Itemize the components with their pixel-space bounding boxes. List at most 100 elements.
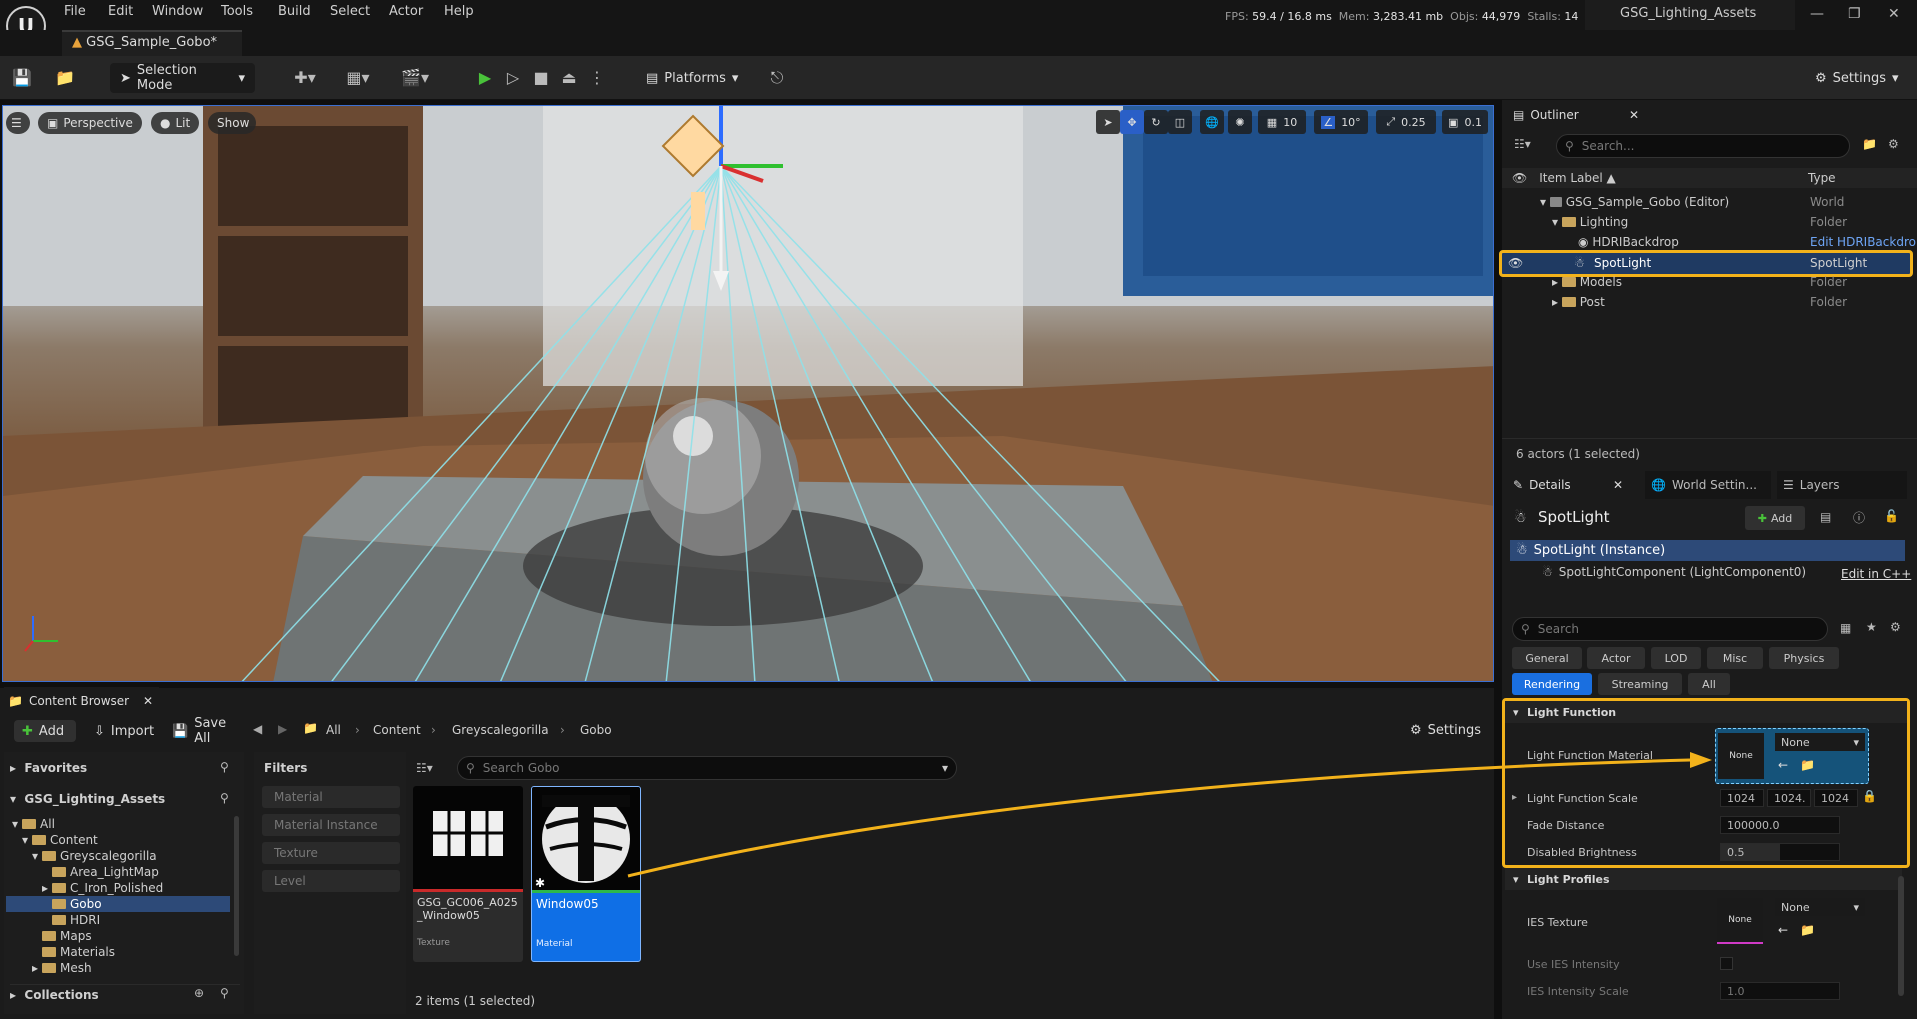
tree-item-content[interactable]: ▾ Content [22, 832, 98, 848]
tree-item-c-iron-polished[interactable]: ▸ C_Iron_Polished [42, 880, 163, 896]
surface-snap-icon[interactable]: ✺ [1228, 110, 1252, 134]
visibility-icon[interactable]: 👁 [1508, 256, 1523, 270]
use-selected-icon[interactable]: ← [1778, 758, 1788, 772]
light-function-header[interactable]: ▾ Light Function [1505, 701, 1907, 723]
component-row[interactable]: ☃ SpotLightComponent (LightComponent0) [1542, 565, 1806, 579]
tree-scrollbar[interactable] [234, 816, 239, 956]
search-icon[interactable]: ⚲ [220, 760, 229, 774]
outliner-row-models[interactable]: ▸ Models [1552, 272, 1622, 292]
select-tool-icon[interactable]: ➤ [1096, 110, 1120, 134]
scale-x-field[interactable]: 1024 [1720, 789, 1764, 807]
camera-speed-button[interactable]: ▣ 0.1 [1442, 110, 1488, 134]
breadcrumb-gobo[interactable]: Gobo [580, 723, 612, 737]
close-icon[interactable]: ✕ [143, 694, 153, 708]
scale-tool-icon[interactable]: ◫ [1168, 110, 1192, 134]
details-search-input[interactable]: ⚲ Search [1512, 617, 1828, 641]
viewport-menu-icon[interactable]: ☰ [6, 112, 30, 134]
menu-file[interactable]: File [64, 4, 86, 19]
outliner-row-world[interactable]: ▾ GSG_Sample_Gobo (Editor) [1540, 192, 1729, 212]
browse-asset-icon[interactable]: 📁 [1800, 923, 1815, 937]
lit-button[interactable]: ● Lit [151, 112, 199, 134]
fade-distance-field[interactable]: 100000.0 [1720, 816, 1840, 834]
category-actor[interactable]: Actor [1587, 647, 1645, 669]
blueprint-icon[interactable]: ▦▾ [338, 65, 378, 91]
actor-name-field[interactable]: SpotLight [1538, 508, 1610, 526]
outliner-row-hdribackdrop[interactable]: ◉ HDRIBackdrop [1578, 232, 1679, 252]
scale-z-field[interactable]: 1024 [1814, 789, 1858, 807]
breadcrumb-greyscalegorilla[interactable]: Greyscalegorilla [452, 723, 549, 737]
blueprint-convert-icon[interactable]: ▤ [1820, 510, 1831, 524]
play-icon[interactable]: ▶ [472, 65, 498, 91]
tree-item-gobo[interactable]: Gobo [52, 896, 102, 912]
category-all[interactable]: All [1688, 673, 1730, 695]
expand-arrow-icon[interactable]: ▸ [1512, 792, 1517, 803]
ies-texture-thumbnail[interactable]: None [1717, 898, 1763, 944]
ies-asset-picker[interactable]: None ▾ [1775, 898, 1865, 916]
details-scrollbar[interactable] [1898, 876, 1904, 996]
add-actor-icon[interactable]: ✚▾ [285, 65, 325, 91]
outliner-row-post[interactable]: ▸ Post [1552, 292, 1605, 312]
rotation-snap-button[interactable]: ∠ 10° [1314, 110, 1368, 134]
level-tab[interactable]: ▲ GSG_Sample_Gobo* [62, 30, 242, 56]
filter-material[interactable]: Material [262, 786, 400, 808]
translate-tool-icon[interactable]: ✥ [1120, 110, 1144, 134]
category-general[interactable]: General [1512, 647, 1582, 669]
close-icon[interactable]: ✕ [1629, 108, 1639, 122]
scale-y-field[interactable]: 1024. [1767, 789, 1811, 807]
outliner-settings-icon[interactable]: ⚙ [1888, 137, 1899, 151]
outliner-tab[interactable]: ▤ Outliner ✕ [1507, 101, 1647, 129]
menu-select[interactable]: Select [330, 4, 370, 19]
outliner-row-lighting[interactable]: ▾ Lighting [1552, 212, 1628, 232]
tree-item-area-lightmap[interactable]: Area_LightMap [52, 864, 159, 880]
rotate-tool-icon[interactable]: ↻ [1144, 110, 1168, 134]
selection-mode-button[interactable]: ➤ Selection Mode ▾ [110, 63, 255, 93]
asset-material-tile[interactable]: ✱ Window05 Material [531, 786, 641, 962]
cb-add-button[interactable]: ✚ Add [14, 720, 76, 742]
grid-snap-button[interactable]: ▦ 10 [1258, 110, 1306, 134]
play-options-icon[interactable]: ⋮ [584, 65, 610, 91]
menu-edit[interactable]: Edit [108, 4, 133, 19]
outliner-search-input[interactable]: ⚲ Search... [1556, 134, 1850, 158]
tree-item-hdri[interactable]: HDRI [52, 912, 100, 928]
item-label-column[interactable]: Item Label ▲ [1539, 171, 1616, 185]
help-icon[interactable]: ⓘ [1853, 509, 1865, 526]
category-physics[interactable]: Physics [1769, 647, 1839, 669]
stop-icon[interactable]: ■ [528, 65, 554, 91]
project-section[interactable]: ▾ GSG_Lighting_Assets [10, 789, 240, 809]
type-column[interactable]: Type [1808, 171, 1836, 185]
scale-snap-button[interactable]: ⤢ 0.25 [1376, 110, 1436, 134]
source-control-icon[interactable]: ⎋ [764, 65, 790, 91]
tree-item-all[interactable]: ▾ All [12, 816, 55, 832]
favorites-section[interactable]: ▸ Favorites [10, 758, 240, 778]
edit-hdribackdrop-link[interactable]: Edit HDRIBackdro [1810, 235, 1917, 249]
details-tab[interactable]: ✎ Details ✕ [1507, 471, 1631, 499]
advance-frame-icon[interactable]: ▷ [500, 65, 526, 91]
minimize-icon[interactable]: — [1810, 6, 1824, 22]
category-rendering[interactable]: Rendering [1512, 673, 1592, 695]
category-streaming[interactable]: Streaming [1598, 673, 1682, 695]
tree-item-greyscalegorilla[interactable]: ▾ Greyscalegorilla [32, 848, 157, 864]
tree-item-maps[interactable]: Maps [42, 928, 92, 944]
details-settings-icon[interactable]: ⚙ [1890, 620, 1901, 634]
browse-asset-icon[interactable]: 📁 [1800, 758, 1815, 772]
layers-tab[interactable]: ☰ Layers [1777, 471, 1907, 499]
light-profiles-header[interactable]: ▾ Light Profiles [1505, 868, 1902, 890]
search-icon[interactable]: ⚲ [220, 791, 229, 805]
eject-icon[interactable]: ⏏ [556, 65, 582, 91]
add-collection-icon[interactable]: ⊕ [194, 986, 204, 1000]
menu-actor[interactable]: Actor [389, 4, 423, 19]
use-selected-icon[interactable]: ← [1778, 923, 1788, 937]
close-window-icon[interactable]: ✕ [1888, 6, 1900, 22]
cb-settings-button[interactable]: ⚙ Settings [1410, 718, 1490, 742]
folder-nav-icon[interactable]: 📁 [303, 721, 318, 735]
restore-icon[interactable]: ❐ [1848, 6, 1861, 22]
star-icon[interactable]: ★ [1866, 620, 1877, 634]
add-component-button[interactable]: ✚ Add [1745, 506, 1805, 530]
component-instance-row[interactable]: ☃ SpotLight (Instance) [1510, 540, 1905, 561]
edit-cpp-link[interactable]: Edit in C++ [1841, 567, 1911, 581]
asset-texture-tile[interactable]: GSG_GC006_A025_Window05 Texture [413, 786, 523, 962]
category-misc[interactable]: Misc [1707, 647, 1763, 669]
browse-content-icon[interactable]: 📁 [52, 65, 78, 91]
tree-item-mesh[interactable]: ▸ Mesh [32, 960, 92, 976]
menu-help[interactable]: Help [444, 4, 474, 19]
